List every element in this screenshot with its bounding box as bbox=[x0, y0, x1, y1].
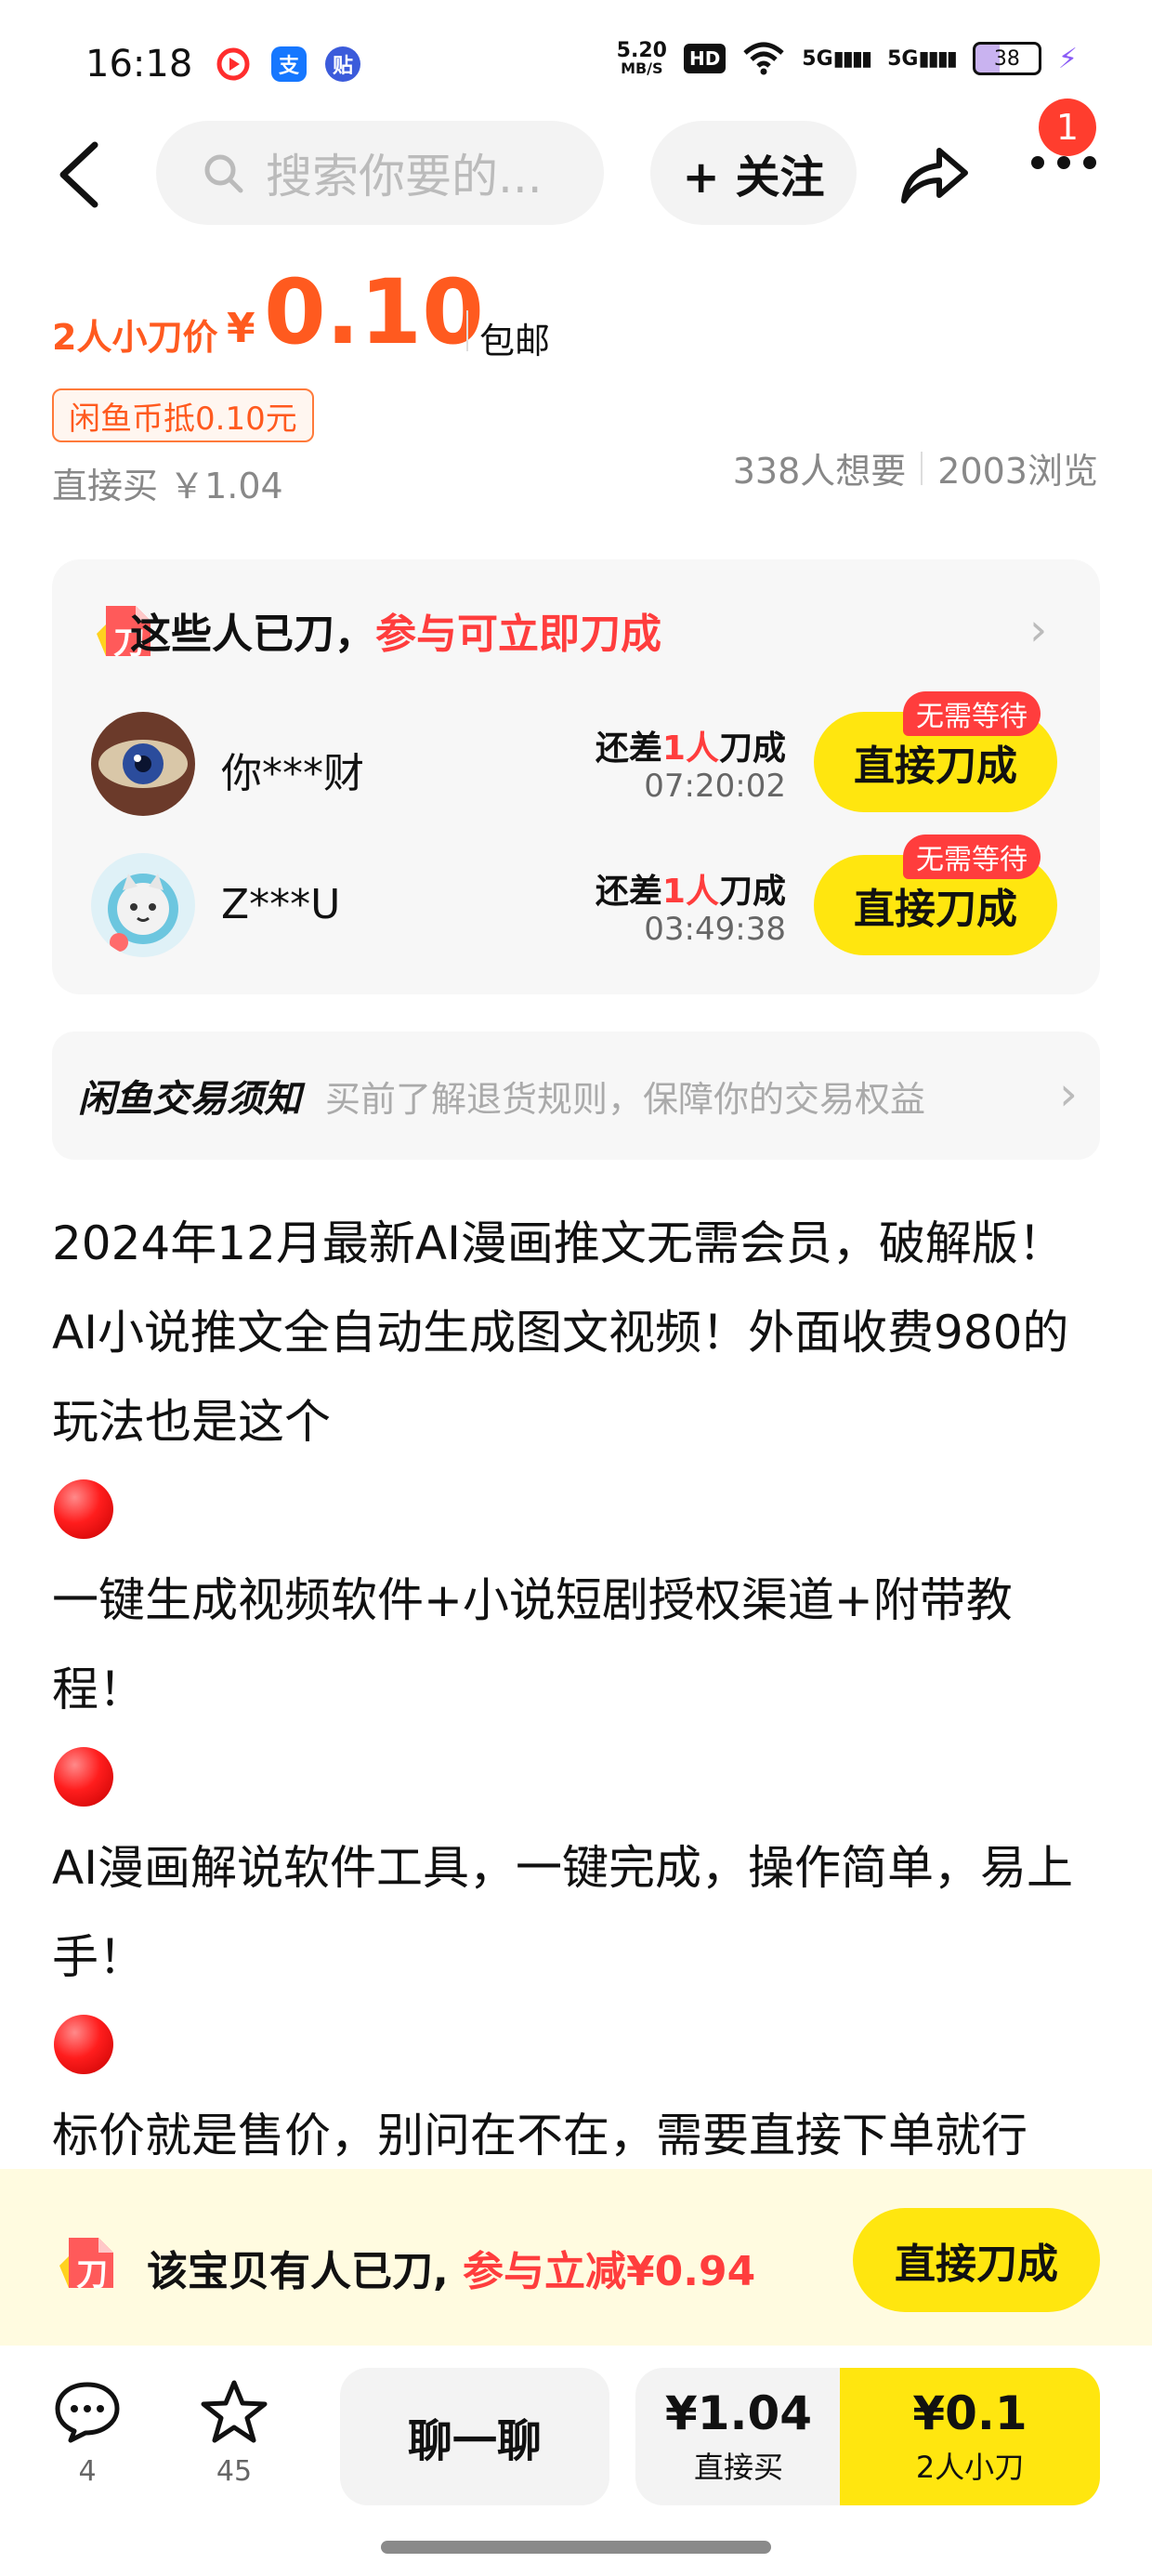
search-icon bbox=[204, 154, 243, 193]
red-circle-app-icon bbox=[216, 46, 251, 82]
back-button[interactable] bbox=[56, 139, 121, 214]
status-time: 16:18 bbox=[85, 43, 193, 85]
notice-logo: 闲鱼交易须知 bbox=[78, 1078, 301, 1121]
price-value: 0.10 bbox=[264, 260, 484, 364]
favorite-button[interactable]: 45 bbox=[188, 2379, 281, 2488]
item-stats: 338人想要 2003浏览 bbox=[733, 442, 1098, 493]
remain-info: 还差1人刀成 bbox=[595, 873, 786, 911]
star-icon bbox=[201, 2380, 268, 2443]
price-currency: ¥ bbox=[227, 305, 255, 352]
battery-icon: 38 bbox=[972, 42, 1041, 75]
back-arrow-icon bbox=[59, 141, 98, 208]
wants-count: 338人想要 bbox=[732, 451, 907, 492]
buy-label: 直接买 bbox=[693, 2450, 783, 2485]
bargain-label: 2人小刀 bbox=[915, 2450, 1025, 2485]
search-input[interactable]: 搜索你要的... bbox=[156, 121, 604, 225]
description-paragraph: 一键生成视频软件+小说短剧授权渠道+附带教程！ bbox=[52, 1573, 1013, 1716]
divider bbox=[466, 310, 468, 351]
description-paragraph: 2024年12月最新AI漫画推文无需会员，破解版！AI小说推文全自动生成图文视频… bbox=[52, 1216, 1069, 1449]
red-dot-emoji-icon bbox=[54, 1747, 113, 1807]
hd-badge: HD bbox=[683, 44, 727, 73]
no-wait-badge: 无需等待 bbox=[903, 835, 1041, 879]
description-paragraph: AI漫画解说软件工具，一键完成，操作简单，易上手！ bbox=[52, 1841, 1073, 1984]
small-bargain-button[interactable]: ¥0.1 2人小刀 bbox=[840, 2368, 1100, 2505]
notice-text: 买前了解退货规则，保障你的交易权益 bbox=[325, 1078, 926, 1120]
avatar[interactable] bbox=[91, 712, 195, 816]
share-icon bbox=[901, 148, 968, 204]
signal-5g-2: 5G▮▮▮▮ bbox=[887, 46, 958, 71]
bargainer-name: Z***U bbox=[221, 881, 341, 928]
description-paragraph: 标价就是售价，别问在不在，需要直接下单就行了！ bbox=[52, 2109, 1028, 2160]
price-label: 2人小刀价 bbox=[52, 317, 218, 358]
alipay-icon: 支 bbox=[271, 46, 307, 82]
search-placeholder: 搜索你要的... bbox=[266, 150, 543, 204]
buy-price: ¥1.04 bbox=[664, 2386, 813, 2440]
promo-text: 该宝贝有人已刀, 参与立减¥0.94 bbox=[147, 2248, 756, 2295]
comment-button[interactable]: 4 bbox=[41, 2379, 134, 2488]
shipping-label: 包邮 bbox=[479, 321, 551, 361]
remain-info: 还差1人刀成 bbox=[595, 729, 786, 768]
chat-button[interactable]: 聊一聊 bbox=[340, 2368, 609, 2505]
divider bbox=[921, 451, 923, 485]
no-wait-badge: 无需等待 bbox=[903, 691, 1041, 736]
knife-tag-icon: 刀 bbox=[56, 2228, 123, 2295]
status-indicators: 5.20 MB/S HD 5G▮▮▮▮ 5G▮▮▮▮ 38 ⚡ bbox=[617, 41, 1078, 76]
coin-discount-badge: 闲鱼币抵0.10元 bbox=[52, 388, 314, 442]
item-description: 2024年12月最新AI漫画推文无需会员，破解版！AI小说推文全自动生成图文视频… bbox=[52, 1199, 1102, 2160]
tieba-icon: 贴 bbox=[325, 46, 360, 82]
bargain-card-title: 这些人已刀，参与可立即刀成 bbox=[130, 611, 661, 658]
direct-cut-button[interactable]: 直接刀成 bbox=[853, 2208, 1100, 2312]
chevron-right-icon[interactable]: › bbox=[1029, 604, 1047, 656]
bargainer-name: 你***财 bbox=[221, 750, 364, 797]
views-count: 2003浏览 bbox=[937, 451, 1098, 492]
signal-5g-1: 5G▮▮▮▮ bbox=[802, 46, 872, 71]
avatar[interactable] bbox=[91, 853, 195, 957]
favorite-count: 45 bbox=[216, 2455, 253, 2488]
countdown-timer: 03:49:38 bbox=[644, 911, 786, 948]
wifi-icon bbox=[743, 42, 784, 75]
transaction-notice[interactable]: 闲鱼交易须知 买前了解退货规则，保障你的交易权益 › bbox=[52, 1032, 1100, 1160]
chevron-right-icon: › bbox=[1059, 1067, 1078, 1121]
direct-buy-button[interactable]: ¥1.04 直接买 bbox=[635, 2368, 842, 2505]
countdown-timer: 07:20:02 bbox=[644, 768, 786, 805]
red-dot-emoji-icon bbox=[54, 1479, 113, 1539]
charging-icon: ⚡ bbox=[1057, 42, 1078, 75]
net-speed: 5.20 MB/S bbox=[616, 39, 667, 77]
message-count-badge: 1 bbox=[1039, 99, 1096, 156]
red-dot-emoji-icon bbox=[54, 2015, 113, 2074]
bargain-price: ¥0.1 bbox=[912, 2386, 1028, 2440]
comment-icon bbox=[55, 2382, 120, 2443]
follow-button[interactable]: + 关注 bbox=[650, 121, 857, 225]
share-button[interactable] bbox=[897, 138, 971, 212]
direct-buy-price: 直接买 ￥1.04 bbox=[52, 466, 283, 506]
comment-count: 4 bbox=[78, 2455, 97, 2488]
home-indicator[interactable] bbox=[381, 2541, 771, 2554]
